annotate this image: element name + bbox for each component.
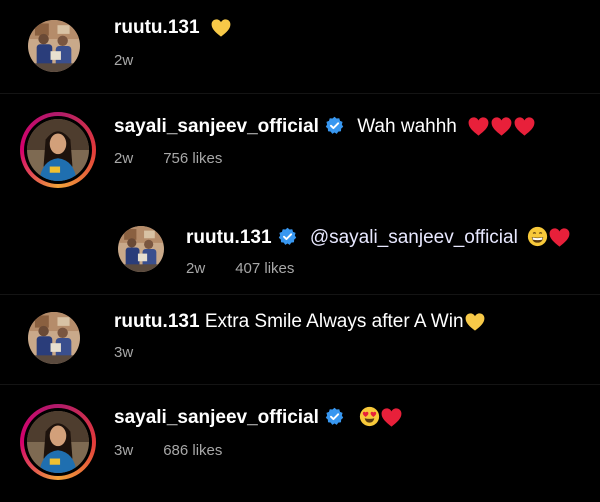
comment-2: sayali_sanjeev_official Wah wahhh 2w 756 … [0,96,600,204]
username-link[interactable]: sayali_sanjeev_official [114,407,319,428]
comment-meta: 2w 407 likes [186,260,294,278]
profile-photo-icon [118,226,164,272]
comment-meta: 2w 756 likes [114,150,222,168]
comment-text: Wah wahhh [357,116,457,137]
divider [0,384,600,385]
username-link[interactable]: sayali_sanjeev_official [114,116,319,137]
likes-count[interactable]: 686 likes [163,442,222,459]
comment-age: 2w [114,52,134,69]
profile-photo-icon [28,20,80,72]
avatar[interactable] [28,312,80,364]
yellow-heart-icon [211,19,231,37]
likes-count[interactable]: 407 likes [235,260,294,277]
comment-age: 3w [114,344,134,361]
comment-5: sayali_sanjeev_official 3w 686 likes [0,386,600,502]
profile-photo-icon [27,119,89,181]
red-heart-icon [491,117,512,136]
red-heart-icon [468,117,489,136]
grinning-face-icon [527,226,548,247]
comment-meta: 3w [114,344,133,362]
heart-eyes-face-icon [359,406,380,427]
verified-badge-icon [325,116,344,135]
avatar[interactable] [28,20,80,72]
comment-text-line: ruutu.131 [114,16,231,40]
username-link[interactable]: ruutu.131 [186,227,272,248]
comment-text-line: sayali_sanjeev_official [114,406,402,430]
comment-text: Extra Smile Always after A Win [204,311,464,332]
red-heart-icon [549,228,570,247]
yellow-heart-icon [465,313,485,331]
comment-text-line: sayali_sanjeev_official Wah wahhh [114,115,535,139]
profile-photo-icon [28,312,80,364]
comment-meta: 2w [114,52,133,70]
story-ring[interactable] [20,112,96,188]
comment-text-line: ruutu.131 @sayali_sanjeev_official [186,226,570,250]
avatar[interactable] [118,226,164,272]
divider [0,93,600,94]
verified-badge-icon [278,227,297,246]
divider [0,294,600,295]
comment-1: ruutu.131 2w [0,0,600,92]
comment-4: ruutu.131 Extra Smile Always after A Win… [0,296,600,382]
username-link[interactable]: ruutu.131 [114,17,200,38]
story-ring[interactable] [20,404,96,480]
avatar [27,119,89,181]
username-link[interactable]: ruutu.131 [114,311,200,332]
comment-age: 3w [114,442,134,459]
avatar [27,411,89,473]
mention-link[interactable]: @sayali_sanjeev_official [310,227,518,248]
verified-badge-icon [325,407,344,426]
comment-text-line: ruutu.131 Extra Smile Always after A Win [114,310,485,334]
comment-age: 2w [186,260,206,277]
red-heart-icon [514,117,535,136]
comment-age: 2w [114,150,134,167]
comment-meta: 3w 686 likes [114,442,222,460]
likes-count[interactable]: 756 likes [163,150,222,167]
red-heart-icon [381,408,402,427]
profile-photo-icon [27,411,89,473]
reply-comment: ruutu.131 @sayali_sanjeev_official 2w 407… [0,212,600,292]
